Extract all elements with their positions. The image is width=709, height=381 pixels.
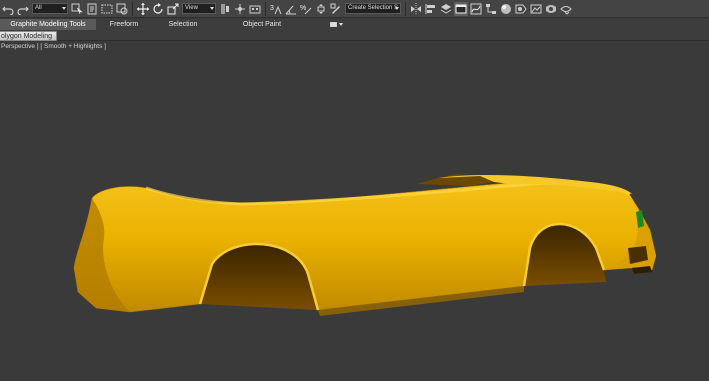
ribbon-panel-icon	[330, 22, 337, 27]
reference-coord-value: View	[185, 5, 198, 11]
graphite-toggle-icon[interactable]	[454, 1, 468, 16]
render-iterative-icon[interactable]	[559, 2, 573, 16]
selection-filter-dropdown[interactable]: All	[32, 3, 68, 14]
manipulate-icon[interactable]	[233, 2, 247, 16]
undo-icon[interactable]	[1, 2, 15, 16]
tab-freeform[interactable]: Freeform	[96, 19, 152, 30]
mirror-icon[interactable]	[409, 2, 423, 16]
render-production-icon[interactable]	[544, 2, 558, 16]
render-setup-icon[interactable]	[514, 2, 528, 16]
move-icon[interactable]	[136, 2, 150, 16]
reference-coord-dropdown[interactable]: View	[182, 3, 216, 14]
toolbar-separator	[405, 1, 406, 16]
svg-text:3: 3	[270, 5, 274, 12]
ribbon-panel-row: olygon Modeling	[0, 30, 709, 41]
chevron-down-icon	[62, 7, 66, 10]
named-selection-value: Create Selection S	[348, 5, 399, 11]
polygon-modeling-panel[interactable]: olygon Modeling	[0, 31, 57, 41]
edit-named-selections-icon[interactable]	[329, 2, 343, 16]
tab-object-paint[interactable]: Object Paint	[214, 19, 310, 30]
perspective-viewport[interactable]: Perspective ] [ Smooth + Highlights ]	[0, 42, 709, 381]
select-object-icon[interactable]	[70, 2, 84, 16]
select-by-name-icon[interactable]	[85, 2, 99, 16]
tab-selection[interactable]: Selection	[152, 19, 214, 30]
svg-text:%: %	[300, 5, 306, 12]
named-selection-set-dropdown[interactable]: Create Selection S	[345, 3, 401, 14]
main-toolbar: All View 3 % Create Selection S	[0, 0, 709, 18]
rect-selection-icon[interactable]	[100, 2, 114, 16]
layer-manager-icon[interactable]	[439, 2, 453, 16]
redo-icon[interactable]	[16, 2, 30, 16]
toolbar-separator	[132, 1, 133, 16]
angle-snap-icon[interactable]	[284, 2, 298, 16]
selection-filter-value: All	[35, 5, 42, 11]
schematic-view-icon[interactable]	[484, 2, 498, 16]
spinner-snap-icon[interactable]	[314, 2, 328, 16]
chevron-down-icon	[339, 23, 343, 26]
max-application: All View 3 % Create Selection S Graphite…	[0, 0, 709, 381]
scale-icon[interactable]	[166, 2, 180, 16]
rendered-frame-icon[interactable]	[529, 2, 543, 16]
ribbon-minimize-toggle[interactable]	[330, 20, 352, 29]
snaps-3-icon[interactable]: 3	[269, 2, 283, 16]
percent-snap-icon[interactable]: %	[299, 2, 313, 16]
align-icon[interactable]	[424, 2, 438, 16]
chevron-down-icon	[395, 7, 399, 10]
material-editor-icon[interactable]	[499, 2, 513, 16]
chevron-down-icon	[210, 7, 214, 10]
keyboard-shortcut-icon[interactable]	[248, 2, 262, 16]
curve-editor-icon[interactable]	[469, 2, 483, 16]
rotate-icon[interactable]	[151, 2, 165, 16]
window-crossing-icon[interactable]	[115, 2, 129, 16]
viewport-label[interactable]: Perspective ] [ Smooth + Highlights ]	[1, 43, 106, 50]
toolbar-separator	[265, 1, 266, 16]
car-body-model[interactable]	[0, 42, 709, 381]
tab-graphite-modeling-tools[interactable]: Graphite Modeling Tools	[0, 19, 96, 30]
ribbon-tab-bar: Graphite Modeling Tools Freeform Selecti…	[0, 19, 709, 30]
pivot-center-icon[interactable]	[218, 2, 232, 16]
